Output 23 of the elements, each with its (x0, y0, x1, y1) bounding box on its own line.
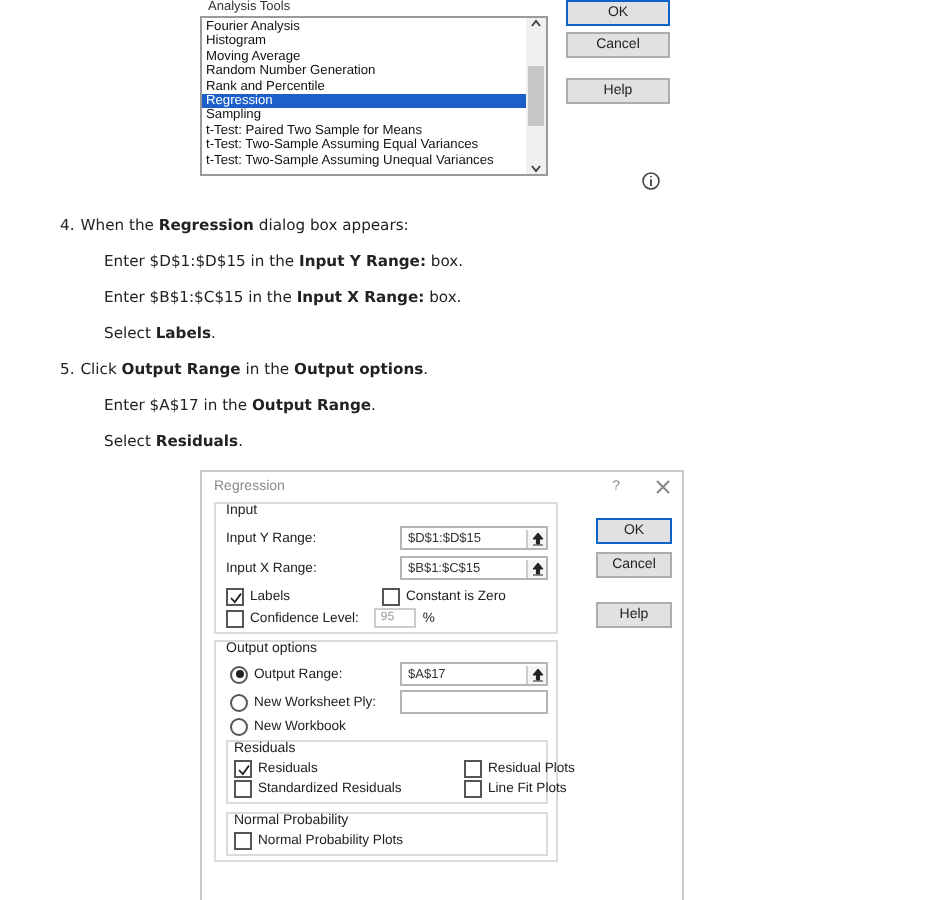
collapse-icon (531, 531, 543, 545)
radio-button[interactable] (230, 665, 248, 683)
close-icon[interactable] (656, 480, 670, 494)
checkbox[interactable] (464, 780, 482, 798)
scroll-down-icon[interactable] (530, 164, 542, 174)
info-icon[interactable] (642, 172, 660, 190)
checkbox[interactable] (382, 588, 400, 606)
radio-button[interactable] (230, 693, 248, 711)
checkbox[interactable] (226, 588, 244, 606)
collapse-button[interactable] (526, 559, 546, 577)
analysis-tools-list[interactable] (200, 16, 548, 176)
checkbox[interactable] (234, 760, 252, 778)
collapse-button[interactable] (526, 665, 546, 683)
radio-button[interactable] (230, 718, 248, 736)
collapse-button[interactable] (526, 529, 546, 547)
text-field[interactable] (400, 690, 548, 714)
collapse-icon (531, 561, 543, 575)
scrollbar[interactable] (526, 18, 546, 174)
checkbox[interactable] (464, 760, 482, 778)
collapse-icon (531, 667, 543, 681)
checkbox[interactable] (234, 780, 252, 798)
checkbox[interactable] (234, 832, 252, 850)
scroll-up-icon[interactable] (530, 18, 542, 28)
